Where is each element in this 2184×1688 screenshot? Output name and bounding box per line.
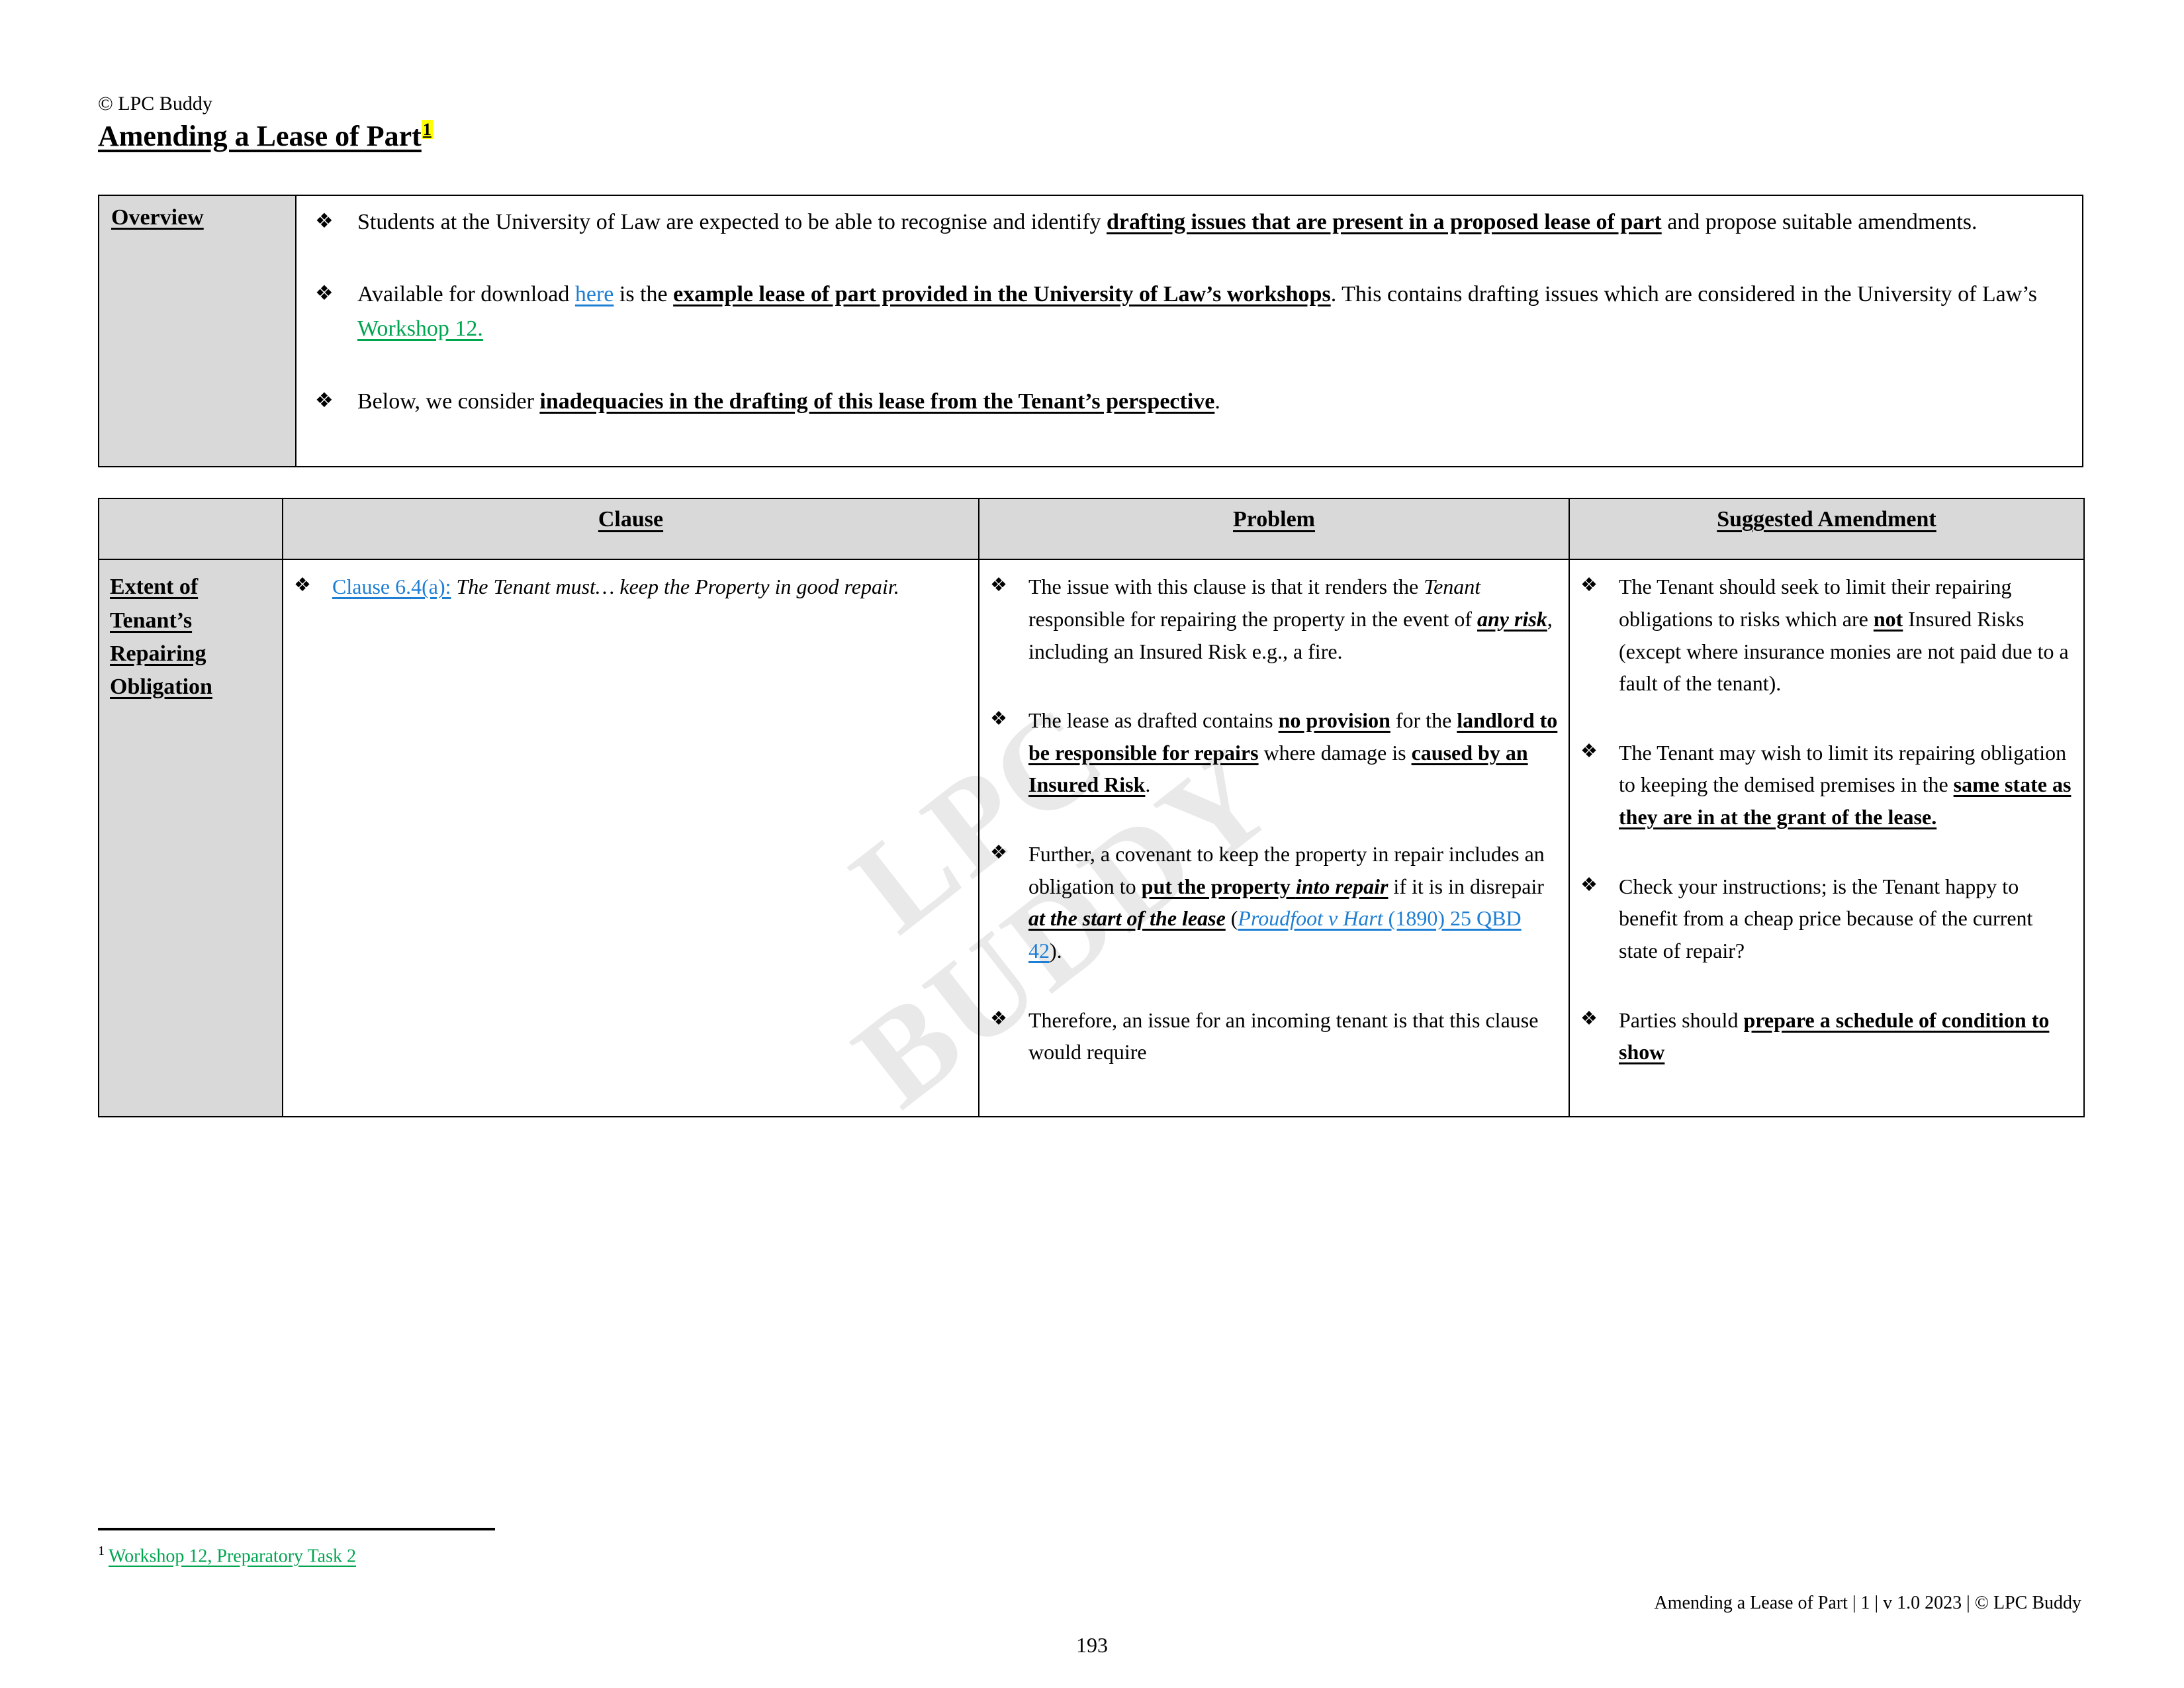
- problem-cell: The issue with this clause is that it re…: [978, 559, 1570, 1117]
- problem-bullet-3: Further, a covenant to keep the property…: [985, 838, 1558, 967]
- table-header-blank: [98, 498, 283, 561]
- ov-b2-part1: Available for download: [357, 282, 575, 307]
- table-header-amendment-text: Suggested Amendment: [1717, 507, 1936, 532]
- pr-b1-part1: The issue with this clause is that it re…: [1028, 575, 1424, 599]
- footnote-reference-1[interactable]: 1: [421, 120, 433, 140]
- lease-analysis-table: Clause Problem Suggested Amendment Exten…: [98, 498, 2085, 1117]
- clause-cell: Clause 6.4(a): The Tenant must… keep the…: [282, 559, 979, 1117]
- pr-b3-part3: (: [1225, 906, 1238, 931]
- table-header-row: Clause Problem Suggested Amendment: [98, 498, 2085, 561]
- pr-b2-part2: for the: [1390, 708, 1457, 733]
- page-footer: Amending a Lease of Part | 1 | v 1.0 202…: [1654, 1593, 2081, 1613]
- pr-b3-emph2: into repair: [1295, 874, 1388, 898]
- table-row: Extent of Tenant’s Repairing Obligation …: [98, 559, 2085, 1117]
- workshop-12-link[interactable]: Workshop 12.: [357, 316, 483, 341]
- row-label-line-4: Obligation: [110, 675, 212, 700]
- footnote-1: 1 Workshop 12, Preparatory Task 2: [98, 1542, 2083, 1569]
- row-label-line-1: Extent of: [110, 575, 199, 600]
- footnote-1-link[interactable]: Workshop 12, Preparatory Task 2: [109, 1546, 356, 1567]
- footnote-area: 1 Workshop 12, Preparatory Task 2: [98, 1528, 2083, 1569]
- overview-bullet-list: Students at the University of Law are ex…: [308, 205, 2070, 419]
- clause-bullet-1: Clause 6.4(a): The Tenant must… keep the…: [289, 571, 968, 603]
- table-header-problem: Problem: [978, 498, 1570, 561]
- ov-b3-bold1: inadequacies in the drafting of this lea…: [539, 389, 1215, 414]
- pr-b1-part2: responsible for repairing the property i…: [1028, 606, 1477, 631]
- ov-b2-part2: is the: [614, 282, 674, 307]
- pr-b3-emph1: put the property: [1141, 874, 1296, 898]
- overview-body-cell: Students at the University of Law are ex…: [295, 194, 2083, 468]
- table-header-amendment: Suggested Amendment: [1569, 498, 2085, 561]
- problem-bullet-1: The issue with this clause is that it re…: [985, 571, 1558, 667]
- problem-bullet-list: The issue with this clause is that it re…: [985, 571, 1558, 1068]
- ov-b3-part1: Below, we consider: [357, 389, 540, 414]
- clause-bullet-list: Clause 6.4(a): The Tenant must… keep the…: [289, 571, 968, 603]
- pr-b3-part2: if it is in disrepair: [1388, 874, 1544, 898]
- clause-b1-italic: The Tenant must… keep the Property in go…: [451, 575, 899, 599]
- overview-label-cell: Overview: [98, 194, 296, 468]
- amendment-bullet-list: The Tenant should seek to limit their re…: [1575, 571, 2073, 1068]
- am-b3-part1: Check your instructions; is the Tenant h…: [1619, 874, 2033, 962]
- pr-b2-emph1: no provision: [1278, 708, 1390, 733]
- page-title-text: Amending a Lease of Part: [98, 120, 422, 152]
- am-b4-part1: Parties should: [1619, 1008, 1744, 1032]
- page-title: Amending a Lease of Part1: [98, 120, 433, 154]
- problem-bullet-2: The lease as drafted contains no provisi…: [985, 704, 1558, 801]
- ov-b2-bold1: example lease of part provided in the Un…: [673, 282, 1331, 307]
- table-header-clause: Clause: [282, 498, 979, 561]
- copyright-line: © LPC Buddy: [98, 93, 212, 115]
- pr-b1-emph1: any risk: [1477, 606, 1547, 631]
- page-content: © LPC Buddy Amending a Lease of Part1 Ov…: [0, 0, 2184, 1117]
- problem-bullet-4: Therefore, an issue for an incoming tena…: [985, 1004, 1558, 1068]
- pr-b2-part4: .: [1145, 773, 1151, 797]
- download-here-link[interactable]: here: [575, 282, 614, 306]
- row-label-line-2: Tenant’s: [110, 608, 193, 633]
- page-number: 193: [1076, 1633, 1108, 1657]
- ov-b1-bold1: drafting issues that are present in a pr…: [1107, 209, 1662, 234]
- table-body: Extent of Tenant’s Repairing Obligation …: [98, 559, 2085, 1117]
- overview-bullet-1: Students at the University of Law are ex…: [308, 205, 2070, 240]
- overview-row: Overview Students at the University of L…: [98, 194, 2083, 468]
- pr-b2-part3: where damage is: [1258, 740, 1412, 765]
- overview-table: Overview Students at the University of L…: [98, 194, 2083, 468]
- overview-bullet-3: Below, we consider inadequacies in the d…: [308, 385, 2070, 419]
- footnote-separator: [98, 1528, 495, 1531]
- overview-label: Overview: [111, 205, 204, 230]
- overview-bullet-2: Available for download here is the examp…: [308, 277, 2070, 346]
- amendment-bullet-2: The Tenant may wish to limit its repairi…: [1575, 737, 2073, 833]
- amendment-bullet-3: Check your instructions; is the Tenant h…: [1575, 870, 2073, 967]
- pr-b4-part1: Therefore, an issue for an incoming tena…: [1028, 1008, 1539, 1064]
- pr-b3-emph3: at the start of the lease: [1028, 906, 1226, 931]
- amendment-bullet-4: Parties should prepare a schedule of con…: [1575, 1004, 2073, 1068]
- pr-b2-part1: The lease as drafted contains: [1028, 708, 1279, 733]
- ov-b3-part2: .: [1214, 389, 1220, 414]
- ov-b1-part2: and propose suitable amendments.: [1661, 209, 1978, 234]
- clause-6-4-a-link[interactable]: Clause 6.4(a):: [332, 575, 451, 598]
- am-b1-emph1: not: [1873, 606, 1903, 631]
- table-header-clause-text: Clause: [598, 507, 664, 532]
- amendment-bullet-1: The Tenant should seek to limit their re…: [1575, 571, 2073, 700]
- document-page: LPC BUDDY © LPC Buddy Amending a Lease o…: [0, 0, 2184, 1688]
- ov-b2-part3: . This contains drafting issues which ar…: [1330, 282, 2037, 307]
- pr-b3-part4: ).: [1050, 938, 1062, 962]
- footnote-1-number: 1: [98, 1544, 105, 1559]
- pr-b1-italic1: Tenant: [1424, 575, 1481, 599]
- table-header: Clause Problem Suggested Amendment: [98, 498, 2085, 561]
- row-label-extent-of-tenants-repairing-obligation: Extent of Tenant’s Repairing Obligation: [98, 559, 283, 1117]
- ov-b1-part1: Students at the University of Law are ex…: [357, 209, 1107, 234]
- proudfoot-v-hart-link[interactable]: Proudfoot v Hart: [1238, 906, 1383, 930]
- row-label-line-3: Repairing: [110, 641, 206, 666]
- table-header-problem-text: Problem: [1232, 507, 1315, 532]
- suggested-amendment-cell: The Tenant should seek to limit their re…: [1569, 559, 2085, 1117]
